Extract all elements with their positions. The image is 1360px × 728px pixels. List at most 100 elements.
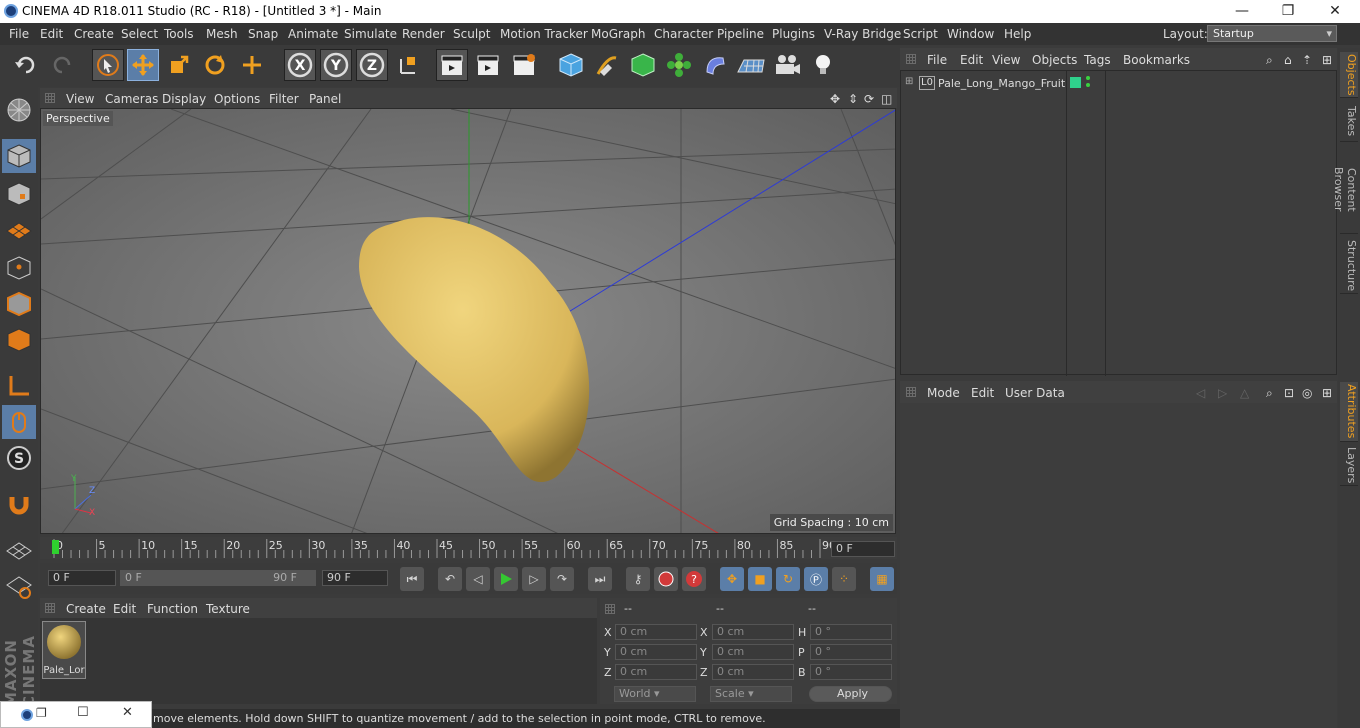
autokey-button[interactable]: [654, 567, 678, 591]
restore-icon[interactable]: ❐: [36, 706, 47, 720]
next-key-button[interactable]: ↷: [550, 567, 574, 591]
rotate-tool-button[interactable]: [199, 49, 231, 81]
size-z-field[interactable]: 0 cm: [712, 664, 794, 680]
key-parameter-button[interactable]: Ⓟ: [804, 567, 828, 591]
attr-up-icon[interactable]: △: [1240, 386, 1249, 400]
expand-icon[interactable]: ⊞: [905, 76, 913, 87]
coord-panel-grip-icon[interactable]: [605, 604, 615, 614]
material-menu-create[interactable]: Create: [66, 602, 106, 616]
objects-search-icon[interactable]: ⌕: [1266, 53, 1273, 68]
timeline-ruler[interactable]: 0 5 10 15 20 25 30 35 40 45 50 55 60 65 70 75 80 85 90 0 F: [40, 537, 897, 559]
timeline-window-button[interactable]: ▦: [870, 567, 894, 591]
planar-workplane-button[interactable]: [2, 569, 36, 603]
menu-motion-tracker[interactable]: Motion Tracker: [500, 27, 588, 41]
tweak-mode-button[interactable]: [2, 405, 36, 439]
pos-x-field[interactable]: 0 cm: [615, 624, 697, 640]
viewport-maximize-icon[interactable]: ◫: [881, 92, 892, 106]
menu-mograph[interactable]: MoGraph: [591, 27, 646, 41]
menu-mesh[interactable]: Mesh: [206, 27, 238, 41]
snap-button[interactable]: [2, 487, 36, 521]
go-to-start-button[interactable]: ⏮: [400, 567, 424, 591]
subdivision-surface-button[interactable]: [627, 49, 659, 81]
attr-new-panel-icon[interactable]: ⊞: [1322, 386, 1332, 400]
menu-pipeline[interactable]: Pipeline: [717, 27, 764, 41]
render-to-picture-viewer-button[interactable]: [472, 49, 504, 81]
viewport-menu-options[interactable]: Options: [214, 92, 260, 106]
menu-snap[interactable]: Snap: [248, 27, 278, 41]
objects-new-panel-icon[interactable]: ⊞: [1322, 53, 1332, 67]
pen-spline-button[interactable]: [591, 49, 623, 81]
key-scale-button[interactable]: ■: [748, 567, 772, 591]
move-tool-button[interactable]: [127, 49, 159, 81]
panel-grip-icon[interactable]: [45, 93, 55, 103]
attr-menu-mode[interactable]: Mode: [927, 386, 960, 400]
menu-render[interactable]: Render: [402, 27, 445, 41]
floor-button[interactable]: [735, 49, 767, 81]
tab-attributes[interactable]: Attributes: [1340, 382, 1358, 442]
key-position-button[interactable]: ✥: [720, 567, 744, 591]
viewport-menu-view[interactable]: View: [66, 92, 94, 106]
menu-animate[interactable]: Animate: [288, 27, 338, 41]
menu-help[interactable]: Help: [1004, 27, 1031, 41]
minimize-button[interactable]: —: [1219, 0, 1265, 23]
menu-vray-bridge[interactable]: V-Ray Bridge: [824, 27, 901, 41]
menu-plugins[interactable]: Plugins: [772, 27, 815, 41]
object-name[interactable]: Pale_Long_Mango_Fruit: [938, 77, 1065, 90]
object-row[interactable]: ⊞ L0 Pale_Long_Mango_Fruit: [901, 73, 1336, 93]
objects-menu-file[interactable]: File: [927, 53, 947, 67]
polygons-mode-button[interactable]: [2, 323, 36, 357]
objects-menu-tags[interactable]: Tags: [1084, 53, 1111, 67]
light-button[interactable]: [807, 49, 839, 81]
playhead-marker[interactable]: [52, 540, 59, 554]
tab-takes[interactable]: Takes: [1340, 102, 1358, 142]
material-menu-function[interactable]: Function: [147, 602, 198, 616]
rot-b-field[interactable]: 0 °: [810, 664, 892, 680]
x-axis-lock-button[interactable]: X: [284, 49, 316, 81]
scale-tool-button[interactable]: [163, 49, 195, 81]
rot-p-field[interactable]: 0 °: [810, 644, 892, 660]
undo-button[interactable]: [10, 49, 42, 81]
tab-structure[interactable]: Structure: [1340, 238, 1358, 294]
frame-range-slider[interactable]: 0 F 90 F: [120, 570, 316, 586]
object-panel-grip-icon[interactable]: [906, 54, 916, 64]
objects-menu-bookmarks[interactable]: Bookmarks: [1123, 53, 1190, 67]
model-mode-button[interactable]: [2, 139, 36, 173]
key-rotation-button[interactable]: ↻: [776, 567, 800, 591]
texture-mode-button[interactable]: [2, 177, 36, 211]
menu-select[interactable]: Select: [121, 27, 158, 41]
size-y-field[interactable]: 0 cm: [712, 644, 794, 660]
menu-file[interactable]: File: [9, 27, 29, 41]
axis-mode-button[interactable]: [2, 369, 36, 403]
close-icon[interactable]: ✕: [122, 705, 133, 720]
make-editable-button[interactable]: [2, 93, 36, 127]
tab-objects[interactable]: Objects: [1340, 52, 1358, 98]
viewport-menu-display[interactable]: Display: [162, 92, 206, 106]
keyframe-selection-button[interactable]: ?: [682, 567, 706, 591]
current-frame-field[interactable]: 0 F: [831, 541, 895, 557]
workplane-mode-button[interactable]: [2, 213, 36, 247]
rot-h-field[interactable]: 0 °: [810, 624, 892, 640]
z-axis-lock-button[interactable]: Z: [356, 49, 388, 81]
objects-menu-edit[interactable]: Edit: [960, 53, 983, 67]
editor-visibility-dot[interactable]: [1086, 76, 1090, 80]
menu-edit[interactable]: Edit: [40, 27, 63, 41]
objects-home-icon[interactable]: ⌂: [1284, 53, 1292, 67]
attr-search-icon[interactable]: ⌕: [1266, 386, 1273, 401]
layout-dropdown[interactable]: Startup: [1207, 25, 1337, 42]
key-pla-button[interactable]: ⁘: [832, 567, 856, 591]
coordinate-system-button[interactable]: [393, 49, 425, 81]
camera-button[interactable]: [771, 49, 803, 81]
deformer-button[interactable]: [699, 49, 731, 81]
material-swatch[interactable]: Pale_Lor: [42, 621, 86, 679]
attr-target-icon[interactable]: ◎: [1302, 386, 1312, 400]
menu-tools[interactable]: Tools: [164, 27, 194, 41]
world-dropdown[interactable]: World ▾: [614, 686, 696, 702]
solo-button[interactable]: S: [2, 441, 36, 475]
render-view-button[interactable]: [436, 49, 468, 81]
workplane-lock-button[interactable]: [2, 533, 36, 567]
viewport-rotate-icon[interactable]: ⟳: [864, 92, 874, 106]
3d-viewport[interactable]: Y Z X Perspective Grid Spacing : 10 cm: [40, 108, 896, 534]
cube-primitive-button[interactable]: [555, 49, 587, 81]
objects-menu-objects[interactable]: Objects: [1032, 53, 1077, 67]
close-button[interactable]: ✕: [1312, 0, 1358, 23]
